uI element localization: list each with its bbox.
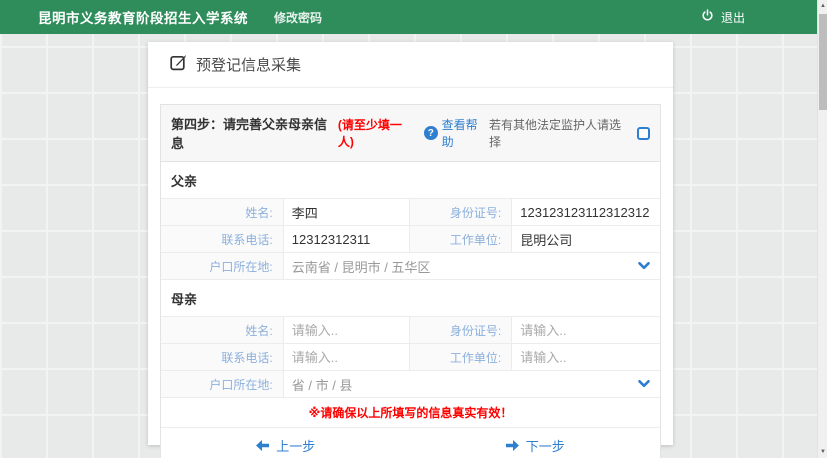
table-row: 姓名: 身份证号: [161,199,660,226]
father-name-cell [283,199,410,226]
previous-step-button[interactable]: 上一步 [256,436,315,455]
mother-name-label: 姓名: [161,317,283,344]
father-work-input[interactable] [512,226,660,252]
father-section-title: 父亲 [161,162,660,198]
father-phone-label: 联系电话: [161,226,283,253]
validity-warning: ※请确保以上所填写的信息真实有效！ [161,398,660,428]
mother-id-label: 身份证号: [410,317,512,344]
step-panel-header: 第四步：请完善父亲母亲信息 (请至少填一人) ? 查看帮助 若有其他法定监护人请… [161,105,660,162]
mother-phone-cell [283,344,410,371]
father-id-label: 身份证号: [410,199,512,226]
other-guardian-option: 若有其他法定监护人请选择 [489,116,650,150]
mother-residence-placeholder: 省 / 市 / 县 [292,375,353,394]
table-row: 户口所在地: 云南省 / 昆明市 / 五华区 [161,253,660,280]
father-residence-label: 户口所在地: [161,253,283,280]
mother-work-input[interactable] [512,344,660,370]
other-guardian-label: 若有其他法定监护人请选择 [489,116,631,150]
mother-section-title: 母亲 [161,280,660,316]
father-phone-cell [283,226,410,253]
logout-button[interactable]: 退出 [701,9,745,26]
table-row: 联系电话: 工作单位: [161,226,660,253]
logout-label: 退出 [721,9,745,26]
table-row: 户口所在地: 省 / 市 / 县 [161,371,660,398]
mother-fields-table: 姓名: 身份证号: 联系电话: 工作单位: 户口 [161,316,660,398]
mother-name-cell [283,317,410,344]
prev-button-cell: 上一步 [161,428,411,458]
father-id-input[interactable] [512,199,660,225]
chevron-down-icon [638,262,650,270]
top-navbar: 昆明市义务教育阶段招生入学系统 修改密码 退出 [0,0,817,34]
table-row: 联系电话: 工作单位: [161,344,660,371]
nav-buttons-row: 上一步 下一步 [161,428,660,458]
step-panel: 第四步：请完善父亲母亲信息 (请至少填一人) ? 查看帮助 若有其他法定监护人请… [160,104,661,458]
father-phone-input[interactable] [284,226,410,252]
mother-work-cell [512,344,660,371]
father-residence-select[interactable]: 云南省 / 昆明市 / 五华区 [283,253,660,280]
father-id-cell [512,199,660,226]
question-icon: ? [424,126,438,140]
page-title: 预登记信息采集 [196,54,301,75]
table-row: 姓名: 身份证号: [161,317,660,344]
next-button-cell: 下一步 [411,428,661,458]
step-title: 第四步：请完善父亲母亲信息 [171,114,338,152]
father-work-cell [512,226,660,253]
other-guardian-checkbox[interactable] [637,127,650,140]
mother-phone-label: 联系电话: [161,344,283,371]
father-residence-value: 云南省 / 昆明市 / 五华区 [292,257,431,276]
father-name-input[interactable] [284,199,410,225]
mother-id-cell [512,317,660,344]
mother-residence-label: 户口所在地: [161,371,283,398]
scroll-up-icon[interactable]: ▲ [818,0,827,12]
help-link-label: 查看帮助 [442,116,489,150]
mother-phone-input[interactable] [284,344,410,370]
mother-work-label: 工作单位: [410,344,512,371]
page-header: 预登记信息采集 [148,42,673,88]
mother-residence-select[interactable]: 省 / 市 / 县 [283,371,660,398]
edit-icon [170,54,187,75]
next-step-button[interactable]: 下一步 [506,436,565,455]
main-card: 预登记信息采集 第四步：请完善父亲母亲信息 (请至少填一人) ? 查看帮助 若有… [148,42,673,445]
father-work-label: 工作单位: [410,226,512,253]
power-icon [701,9,714,25]
arrow-right-icon [506,440,519,451]
mother-name-input[interactable] [284,317,410,343]
father-fields-table: 姓名: 身份证号: 联系电话: 工作单位: 户口 [161,198,660,280]
step-note: (请至少填一人) [338,116,417,150]
mother-id-input[interactable] [512,317,660,343]
father-name-label: 姓名: [161,199,283,226]
view-help-link[interactable]: ? 查看帮助 [424,116,489,150]
app-title: 昆明市义务教育阶段招生入学系统 [38,7,248,27]
previous-step-label: 上一步 [276,436,315,455]
scrollbar-thumb[interactable] [819,14,827,110]
arrow-left-icon [256,440,269,451]
change-password-link[interactable]: 修改密码 [274,9,322,26]
scrollbar[interactable]: ▲ ▼ [817,0,827,458]
scroll-down-icon[interactable]: ▼ [818,446,827,458]
chevron-down-icon [638,380,650,388]
next-step-label: 下一步 [526,436,565,455]
